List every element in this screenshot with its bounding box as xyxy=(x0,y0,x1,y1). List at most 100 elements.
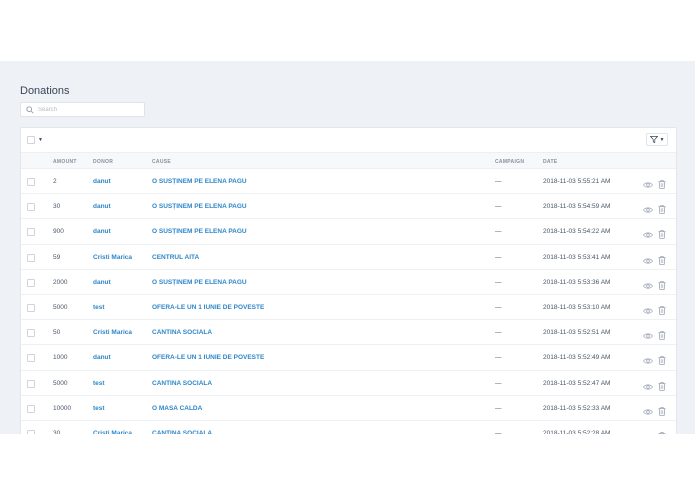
row-checkbox[interactable] xyxy=(27,303,35,312)
view-button[interactable] xyxy=(643,403,653,421)
chevron-down-icon[interactable]: ▼ xyxy=(38,137,43,143)
cell-campaign: — xyxy=(495,253,502,261)
filter-button[interactable]: ▼ xyxy=(646,133,668,146)
select-all-checkbox[interactable] xyxy=(27,136,35,144)
donor-link[interactable]: Cristi Marica xyxy=(93,430,132,434)
row-checkbox[interactable] xyxy=(27,178,35,186)
table-row: 30 Cristi Marica CANTINA SOCIALA — 2018-… xyxy=(21,421,676,434)
row-checkbox[interactable] xyxy=(27,329,35,338)
cell-campaign: — xyxy=(495,329,502,337)
donor-link[interactable]: danut xyxy=(93,228,111,235)
view-button[interactable] xyxy=(643,428,653,434)
view-button[interactable] xyxy=(643,302,653,320)
eye-icon xyxy=(643,433,653,434)
cell-campaign: — xyxy=(495,303,502,311)
donor-link[interactable]: danut xyxy=(93,178,111,185)
row-checkbox[interactable] xyxy=(27,228,35,237)
cell-campaign: — xyxy=(495,203,502,211)
trash-icon xyxy=(658,331,666,340)
view-button[interactable] xyxy=(643,176,653,194)
view-button[interactable] xyxy=(643,201,653,219)
view-button[interactable] xyxy=(643,277,653,295)
trash-icon xyxy=(658,381,666,391)
cause-link[interactable]: OFERA-LE UN 1 IUNIE DE POVESTE xyxy=(152,354,264,361)
cell-amount: 900 xyxy=(53,228,64,236)
row-checkbox[interactable] xyxy=(27,203,35,212)
cell-date: 2018-11-03 5:52:47 AM xyxy=(543,379,611,387)
delete-button[interactable] xyxy=(658,201,666,219)
cause-link[interactable]: CENTRUL AITA xyxy=(152,254,199,261)
row-checkbox[interactable] xyxy=(27,278,35,287)
eye-icon xyxy=(643,333,653,339)
donor-link[interactable]: danut xyxy=(93,279,111,286)
column-header-cause[interactable]: CAUSE xyxy=(152,159,171,165)
view-button[interactable] xyxy=(643,226,653,244)
table-body: 2 danut O SUSȚINEM PE ELENA PAGU — 2018-… xyxy=(21,169,676,434)
trash-icon xyxy=(658,255,666,265)
cell-amount: 5000 xyxy=(53,379,68,387)
cell-amount: 59 xyxy=(53,253,61,261)
cell-date: 2018-11-03 5:52:49 AM xyxy=(543,354,611,362)
cause-link[interactable]: O SUSȚINEM PE ELENA PAGU xyxy=(152,203,247,210)
trash-icon xyxy=(658,205,666,214)
filter-icon xyxy=(649,136,658,143)
table-row: 1000 danut OFERA-LE UN 1 IUNIE DE POVEST… xyxy=(21,345,676,371)
donor-link[interactable]: Cristi Marica xyxy=(93,254,132,261)
delete-button[interactable] xyxy=(658,327,666,345)
trash-icon xyxy=(658,356,666,366)
cause-link[interactable]: O SUSȚINEM PE ELENA PAGU xyxy=(152,178,247,185)
delete-button[interactable] xyxy=(658,176,666,194)
view-button[interactable] xyxy=(643,378,653,396)
delete-button[interactable] xyxy=(658,403,666,421)
view-button[interactable] xyxy=(643,252,653,270)
cause-link[interactable]: O SUSȚINEM PE ELENA PAGU xyxy=(152,228,247,235)
row-checkbox[interactable] xyxy=(27,404,35,413)
cause-link[interactable]: O SUSȚINEM PE ELENA PAGU xyxy=(152,279,247,286)
delete-button[interactable] xyxy=(658,302,666,320)
view-button[interactable] xyxy=(643,327,653,345)
eye-icon xyxy=(643,207,653,213)
cell-date: 2018-11-03 5:52:33 AM xyxy=(543,404,611,412)
row-checkbox[interactable] xyxy=(27,253,35,262)
cell-campaign: — xyxy=(495,228,502,236)
donor-link[interactable]: test xyxy=(93,304,105,311)
trash-icon xyxy=(658,406,666,416)
bulk-select-dropdown[interactable]: ▼ xyxy=(27,136,43,144)
cell-date: 2018-11-03 5:52:51 AM xyxy=(543,329,611,337)
table-row: 30 danut O SUSȚINEM PE ELENA PAGU — 2018… xyxy=(21,194,676,220)
delete-button[interactable] xyxy=(658,378,666,396)
cause-link[interactable]: CANTINA SOCIALA xyxy=(152,329,212,336)
delete-button[interactable] xyxy=(658,352,666,370)
delete-button[interactable] xyxy=(658,252,666,270)
table-row: 900 danut O SUSȚINEM PE ELENA PAGU — 201… xyxy=(21,219,676,245)
cell-date: 2018-11-03 5:54:59 AM xyxy=(543,203,611,211)
row-checkbox[interactable] xyxy=(27,429,35,434)
donor-link[interactable]: test xyxy=(93,380,105,387)
donor-link[interactable]: test xyxy=(93,405,105,412)
column-header-amount[interactable]: AMOUNT xyxy=(53,159,77,165)
search-box[interactable] xyxy=(20,102,145,117)
donor-link[interactable]: danut xyxy=(93,203,111,210)
cause-link[interactable]: CANTINA SOCIALA xyxy=(152,430,212,434)
delete-button[interactable] xyxy=(658,226,666,244)
cause-link[interactable]: OFERA-LE UN 1 IUNIE DE POVESTE xyxy=(152,304,264,311)
table-toolbar: ▼ ▼ xyxy=(21,128,676,152)
column-header-campaign[interactable]: CAMPAIGN xyxy=(495,159,524,165)
view-button[interactable] xyxy=(643,352,653,370)
table-row: 2 danut O SUSȚINEM PE ELENA PAGU — 2018-… xyxy=(21,169,676,195)
column-header-donor[interactable]: DONOR xyxy=(93,159,113,165)
eye-icon xyxy=(643,383,653,390)
donor-link[interactable]: danut xyxy=(93,354,111,361)
row-checkbox[interactable] xyxy=(27,354,35,363)
search-icon xyxy=(26,106,34,114)
delete-button[interactable] xyxy=(658,428,666,434)
cause-link[interactable]: O MASA CALDA xyxy=(152,405,202,412)
table-row: 2000 danut O SUSȚINEM PE ELENA PAGU — 20… xyxy=(21,270,676,295)
delete-button[interactable] xyxy=(658,277,666,295)
donor-link[interactable]: Cristi Marica xyxy=(93,329,132,336)
search-input[interactable] xyxy=(38,103,138,116)
column-header-date[interactable]: DATE xyxy=(543,159,557,165)
cause-link[interactable]: CANTINA SOCIALA xyxy=(152,380,212,387)
trash-icon xyxy=(658,306,666,315)
row-checkbox[interactable] xyxy=(27,379,35,388)
